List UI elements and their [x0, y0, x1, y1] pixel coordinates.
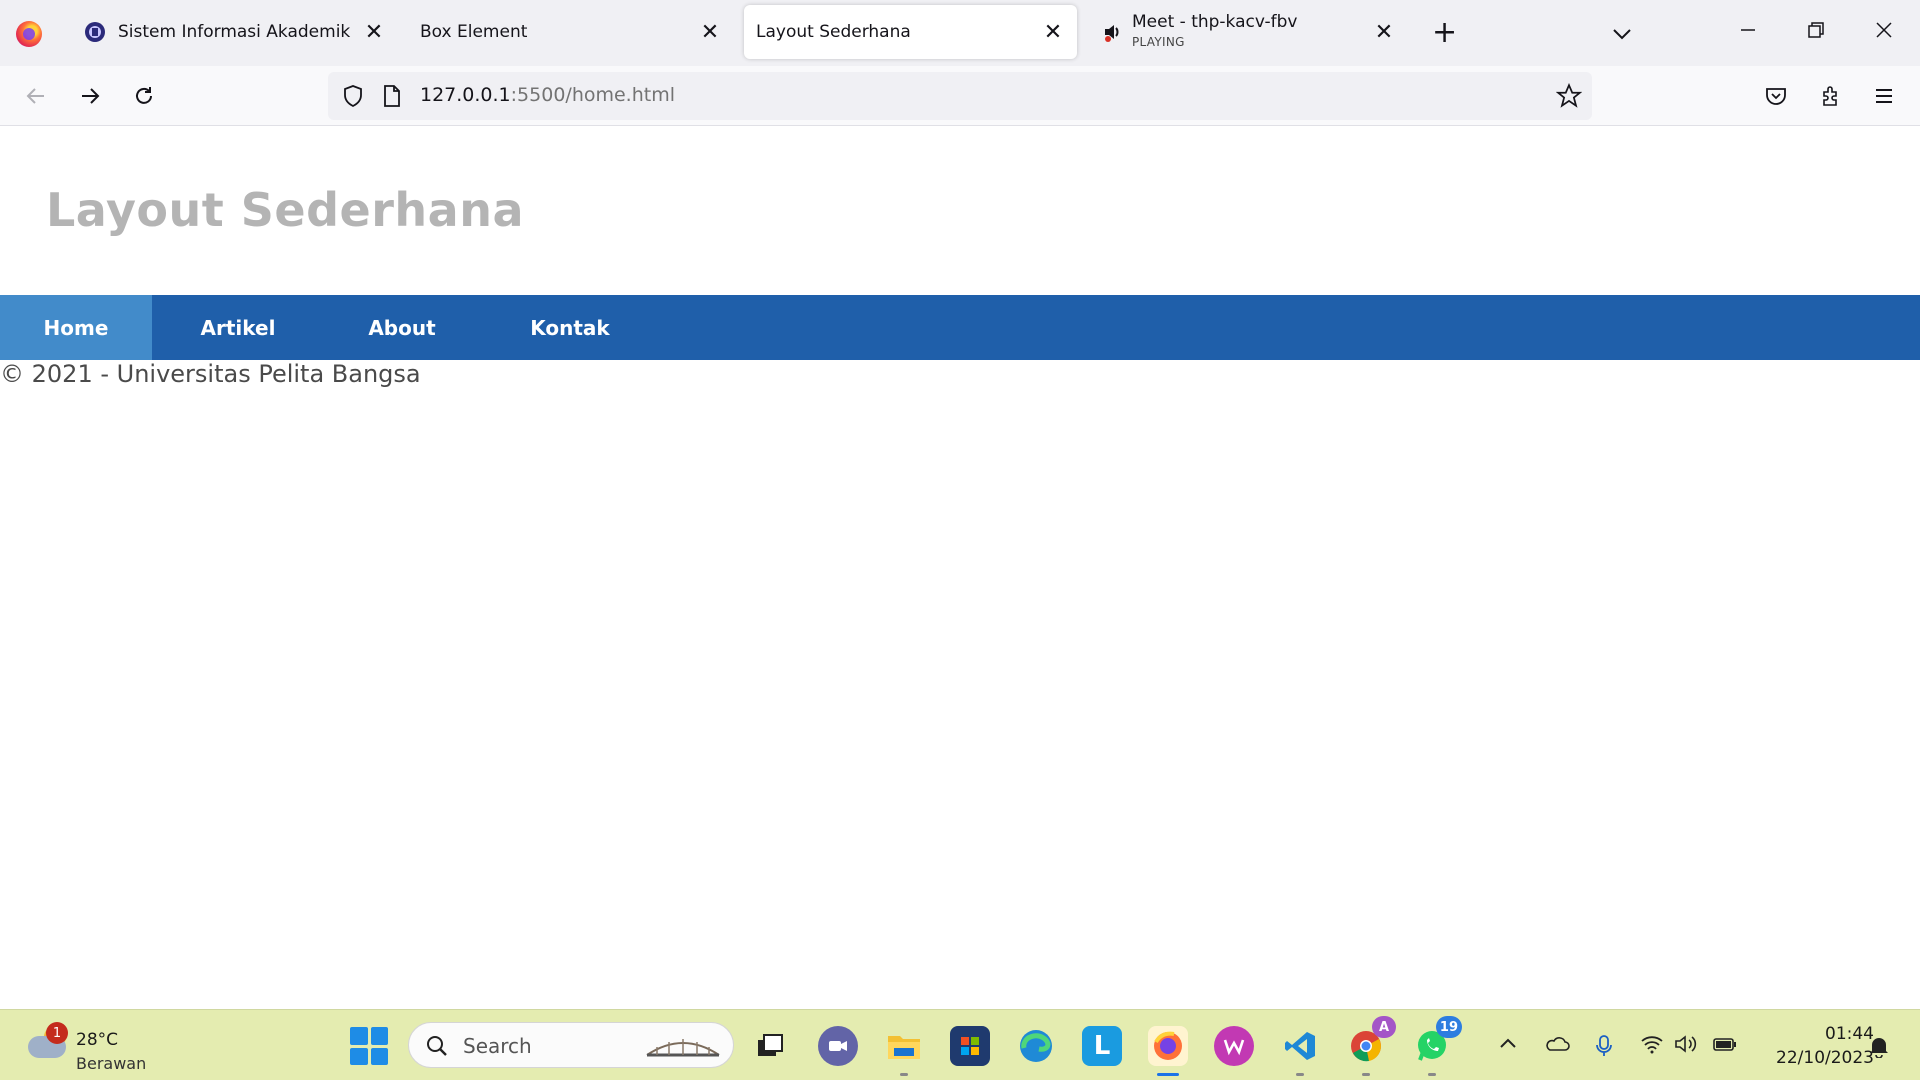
new-tab-button[interactable]: +: [1432, 18, 1457, 48]
chrome-icon[interactable]: A: [1346, 1016, 1396, 1076]
speaker-icon[interactable]: [1102, 21, 1124, 43]
volume-icon[interactable]: [1674, 1034, 1698, 1059]
close-window-icon[interactable]: [1874, 20, 1894, 45]
extensions-puzzle-icon[interactable]: [1815, 80, 1847, 112]
file-explorer-icon[interactable]: [884, 1026, 924, 1076]
url-text[interactable]: 127.0.0.1:5500/home.html: [420, 84, 675, 106]
weather-widget[interactable]: 1 28°C Berawan: [26, 1022, 166, 1073]
onedrive-cloud-icon[interactable]: [1544, 1034, 1570, 1059]
battery-icon[interactable]: [1712, 1034, 1738, 1059]
show-hidden-icons-chevron-up-icon[interactable]: [1498, 1034, 1518, 1059]
tab-title: Sistem Informasi Akademik: [118, 22, 351, 42]
whatsapp-unread-badge: 19: [1435, 1016, 1462, 1038]
tab-bar: Sistem Informasi Akademik ✕ Box Element …: [0, 0, 1920, 66]
weather-notification-badge: 1: [46, 1022, 68, 1044]
whatsapp-icon[interactable]: 19: [1412, 1016, 1462, 1076]
url-path: :5500/home.html: [510, 84, 675, 106]
weather-temperature: 28°C: [76, 1030, 119, 1050]
close-tab-icon[interactable]: ✕: [360, 18, 388, 46]
vscode-icon[interactable]: [1280, 1026, 1320, 1076]
weather-description: Berawan: [76, 1054, 147, 1073]
close-tab-icon[interactable]: ✕: [696, 18, 724, 46]
nav-link-home[interactable]: Home: [0, 295, 152, 360]
tab-title: Meet - thp-kacv-fbv: [1132, 13, 1298, 32]
chat-teams-icon[interactable]: [818, 1026, 858, 1066]
tab-box-element[interactable]: Box Element ✕: [408, 5, 734, 59]
address-bar[interactable]: 127.0.0.1:5500/home.html: [328, 72, 1592, 120]
clock-time: 01:44: [1825, 1024, 1874, 1044]
tab-title: Box Element: [420, 22, 528, 42]
list-all-tabs-chevron-down-icon[interactable]: [1610, 22, 1634, 50]
reload-icon[interactable]: [128, 80, 160, 112]
close-tab-icon[interactable]: ✕: [1039, 18, 1067, 46]
back-arrow-icon[interactable]: [20, 80, 52, 112]
nav-link-kontak[interactable]: Kontak: [480, 295, 660, 360]
running-indicator: [1362, 1073, 1370, 1076]
wps-office-icon[interactable]: [1214, 1026, 1254, 1066]
task-view-icon[interactable]: [750, 1026, 790, 1066]
site-title: Layout Sederhana: [46, 183, 524, 237]
site-footer: © 2021 - Universitas Pelita Bangsa: [0, 360, 421, 388]
forward-arrow-icon[interactable]: [74, 80, 106, 112]
edge-browser-icon[interactable]: [1016, 1026, 1056, 1066]
hamburger-menu-icon[interactable]: [1868, 80, 1900, 112]
page-content: Layout Sederhana Home Artikel About Kont…: [0, 127, 1920, 1009]
shield-icon[interactable]: [342, 84, 364, 112]
tab-title-block: Meet - thp-kacv-fbv PLAYING: [1132, 13, 1370, 51]
running-indicator: [1296, 1073, 1304, 1076]
site-navigation: Home Artikel About Kontak: [0, 295, 1920, 360]
minimize-icon[interactable]: [1738, 20, 1758, 45]
running-indicator: [900, 1073, 908, 1076]
search-highlight-bridge-icon: [645, 1031, 721, 1065]
firefox-taskbar-icon[interactable]: [1148, 1026, 1188, 1076]
tab-sistem-informasi[interactable]: Sistem Informasi Akademik ✕: [72, 5, 398, 59]
url-host: 127.0.0.1: [420, 84, 511, 106]
search-label: Search: [463, 1034, 532, 1058]
wifi-icon[interactable]: [1640, 1034, 1664, 1059]
running-indicator: [1428, 1073, 1436, 1076]
windows-taskbar: 1 28°C Berawan Search L A 19 01:44 22/10…: [0, 1009, 1920, 1080]
tab-layout-sederhana[interactable]: Layout Sederhana ✕: [744, 5, 1077, 59]
windows-start-icon[interactable]: [350, 1027, 388, 1065]
tab-meet[interactable]: Meet - thp-kacv-fbv PLAYING ✕: [1090, 5, 1408, 59]
navigation-toolbar: 127.0.0.1:5500/home.html: [0, 66, 1920, 126]
nav-link-about[interactable]: About: [324, 295, 480, 360]
taskbar-search-box[interactable]: Search: [408, 1022, 734, 1068]
running-indicator: [1157, 1073, 1179, 1076]
restore-icon[interactable]: [1806, 20, 1826, 45]
tab-playing-status: PLAYING: [1132, 35, 1185, 49]
l-app-icon[interactable]: L: [1082, 1026, 1122, 1066]
nav-link-artikel[interactable]: Artikel: [152, 295, 324, 360]
tab-title: Layout Sederhana: [756, 22, 911, 42]
system-clock[interactable]: 01:44 22/10/2023: [1760, 1022, 1874, 1070]
clock-date: 22/10/2023: [1776, 1048, 1874, 1068]
star-bookmark-icon[interactable]: [1555, 82, 1583, 113]
microphone-icon[interactable]: [1594, 1034, 1614, 1063]
close-tab-icon[interactable]: ✕: [1370, 18, 1398, 46]
notification-bell-icon[interactable]: [1868, 1034, 1890, 1063]
university-icon: [84, 21, 106, 43]
firefox-view-icon[interactable]: [16, 21, 42, 47]
microsoft-store-icon[interactable]: [950, 1026, 990, 1066]
search-icon: [425, 1034, 449, 1062]
chrome-profile-badge: A: [1372, 1016, 1396, 1038]
page-info-icon[interactable]: [382, 84, 402, 112]
pocket-icon[interactable]: [1760, 80, 1792, 112]
